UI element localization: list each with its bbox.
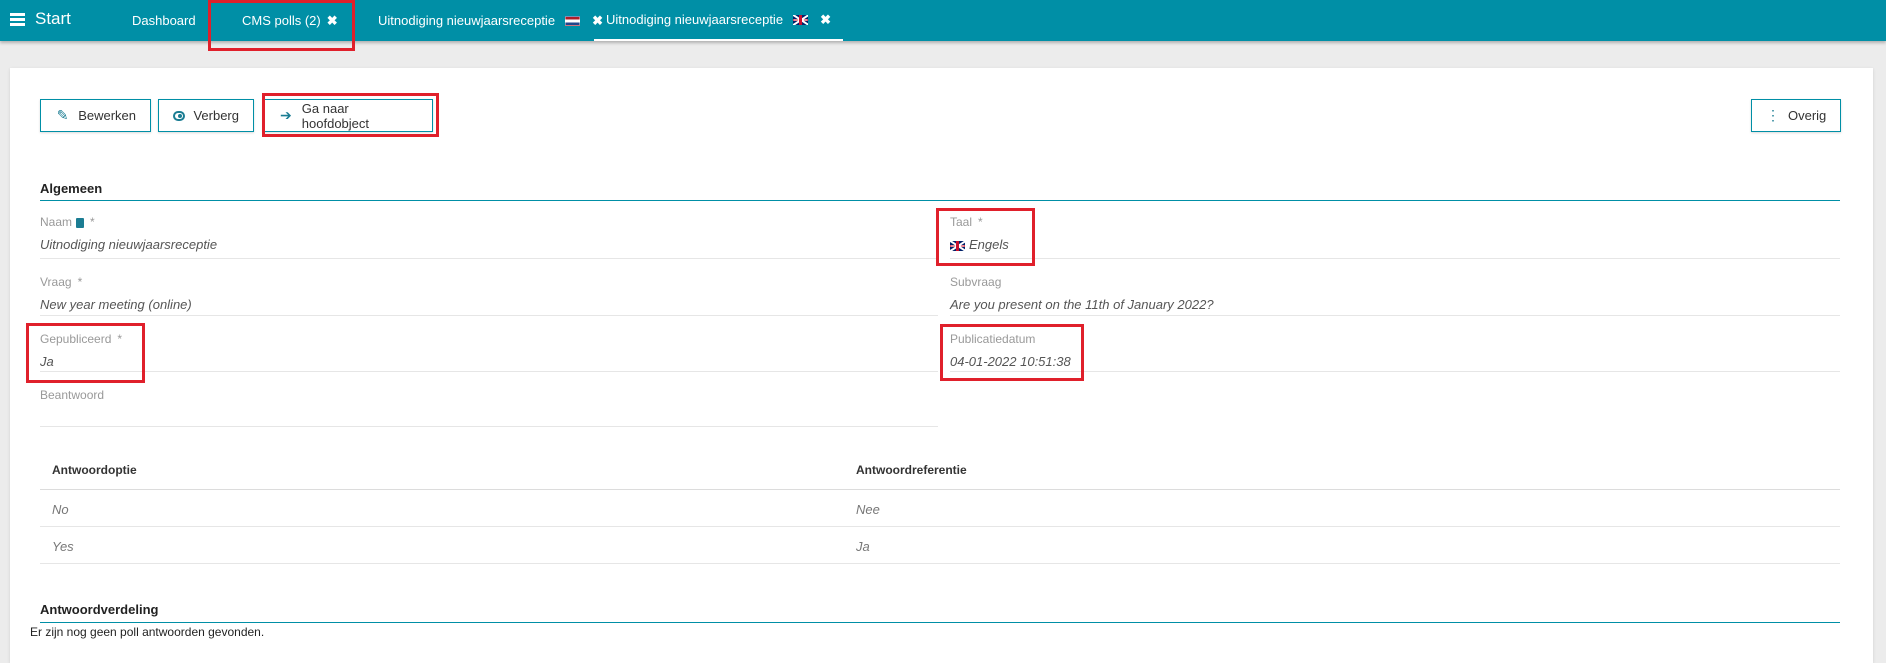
required-mark: *	[978, 215, 983, 229]
book-icon	[76, 217, 85, 228]
section-divider	[40, 200, 1840, 201]
table-cell: Nee	[856, 502, 880, 517]
tab-poll-nl[interactable]: Uitnodiging nieuwjaarsreceptie ✖	[366, 0, 615, 41]
more-button[interactable]: ⋮ Overig	[1751, 99, 1841, 132]
field-label: Vraag	[40, 275, 72, 289]
field-separator	[40, 315, 938, 316]
required-mark: *	[90, 215, 95, 229]
tab-label: Uitnodiging nieuwjaarsreceptie	[378, 13, 556, 28]
toggle-icon	[173, 110, 186, 121]
field-label: Taal	[950, 215, 973, 229]
column-header-answer-reference: Antwoordreferentie	[856, 463, 967, 477]
field-label: Beantwoord	[40, 388, 105, 402]
table-row-separator	[40, 526, 1840, 527]
tab-dashboard[interactable]: Dashboard	[120, 0, 208, 41]
goto-parent-button[interactable]: ➔ Ga naar hoofdobject	[263, 99, 433, 132]
close-icon[interactable]: ✖	[820, 12, 831, 28]
table-cell: Yes	[52, 539, 74, 554]
required-mark: *	[117, 332, 123, 346]
field-label: Naam	[40, 215, 73, 229]
field-subquestion: Subvraag Are you present on the 11th of …	[950, 275, 1214, 312]
start-label: Start	[35, 9, 71, 28]
field-value: New year meeting (online)	[40, 297, 192, 312]
field-value: 04-01-2022 10:51:38	[950, 354, 1071, 369]
table-header-separator	[40, 489, 1840, 490]
hide-button-label: Verberg	[193, 108, 239, 123]
table-row-separator	[40, 563, 1840, 564]
column-header-answer-option: Antwoordoptie	[52, 463, 137, 477]
nl-flag-icon	[565, 15, 581, 26]
field-value: Are you present on the 11th of January 2…	[950, 297, 1214, 312]
field-separator	[40, 426, 938, 427]
tab-cms-polls[interactable]: CMS polls (2) ✖	[230, 0, 350, 41]
section-title-distribution: Antwoordverdeling	[40, 602, 159, 617]
field-value: Engels	[969, 237, 1009, 252]
field-language: Taal * Engels	[950, 215, 1009, 252]
edit-button[interactable]: ✎ Bewerken	[40, 99, 151, 132]
table-cell: No	[52, 502, 69, 517]
detail-card: ✎ Bewerken Verberg ➔ Ga naar hoofdobject…	[10, 68, 1873, 663]
field-answered: Beantwoord	[40, 388, 104, 402]
empty-message: Er zijn nog geen poll antwoorden gevonde…	[30, 625, 265, 639]
start-menu-button[interactable]: Start	[10, 9, 71, 29]
tab-label: Dashboard	[132, 13, 196, 28]
uk-flag-icon	[950, 240, 965, 251]
field-separator	[950, 258, 1840, 259]
field-label: Subvraag	[950, 275, 1002, 289]
arrow-right-icon: ➔	[280, 107, 292, 123]
hide-button[interactable]: Verberg	[158, 99, 254, 132]
edit-button-label: Bewerken	[78, 108, 136, 123]
field-name: Naam * Uitnodiging nieuwjaarsreceptie	[40, 215, 217, 252]
field-separator	[40, 258, 938, 259]
field-publication-date: Publicatiedatum 04-01-2022 10:51:38	[950, 332, 1071, 369]
tab-poll-en[interactable]: Uitnodiging nieuwjaarsreceptie ✖	[594, 0, 843, 41]
table-cell: Ja	[856, 539, 870, 554]
close-icon[interactable]: ✖	[327, 13, 338, 29]
goto-button-label: Ga naar hoofdobject	[301, 100, 370, 131]
pencil-icon: ✎	[56, 107, 69, 123]
field-separator	[950, 371, 1840, 372]
field-value: Ja	[40, 354, 54, 369]
field-separator	[40, 371, 938, 372]
required-mark: *	[77, 275, 83, 289]
field-value: Uitnodiging nieuwjaarsreceptie	[40, 237, 218, 252]
tab-label: CMS polls (2)	[242, 13, 321, 28]
field-label: Publicatiedatum	[950, 332, 1036, 346]
vertical-dots-icon: ⋮	[1766, 107, 1780, 123]
section-title-general: Algemeen	[40, 181, 103, 196]
hamburger-icon	[10, 13, 25, 26]
field-label: Gepubliceerd	[40, 332, 112, 346]
field-published: Gepubliceerd * Ja	[40, 332, 122, 369]
field-question: Vraag * New year meeting (online)	[40, 275, 192, 312]
field-separator	[950, 315, 1840, 316]
more-button-label: Overig	[1788, 108, 1827, 123]
tab-label: Uitnodiging nieuwjaarsreceptie	[606, 12, 784, 27]
top-bar: Start Dashboard CMS polls (2) ✖ Uitnodig…	[0, 0, 1886, 41]
section-divider	[40, 622, 1840, 623]
uk-flag-icon	[793, 14, 809, 25]
